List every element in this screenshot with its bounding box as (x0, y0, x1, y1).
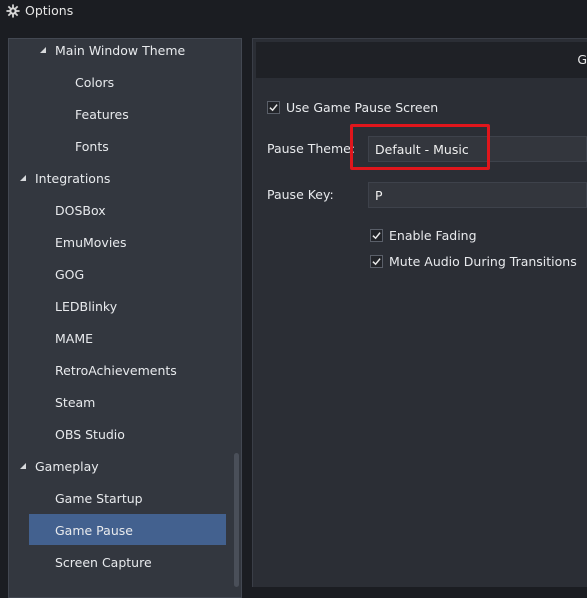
checkbox-label: Enable Fading (389, 228, 477, 243)
tree-item-label: Colors (75, 74, 115, 90)
pause-theme-dropdown[interactable]: Default - Music (368, 136, 587, 162)
checkmark-icon (372, 232, 381, 240)
tree-item-label: Game Pause (55, 522, 133, 538)
section-header-text: G (577, 52, 587, 67)
checkbox-label: Use Game Pause Screen (286, 100, 439, 115)
tree-item-emumovies[interactable]: EmuMovies (9, 226, 241, 258)
tree-item-label: GOG (55, 266, 85, 282)
tree-item-label: MAME (55, 330, 94, 346)
tree-item-label: EmuMovies (55, 234, 127, 250)
title-bar: Options (0, 0, 587, 24)
tree-item-label: Integrations (35, 170, 111, 186)
tree-item-fonts[interactable]: Fonts (9, 130, 241, 162)
pause-key-input[interactable]: P (368, 182, 587, 208)
tree-item-steam[interactable]: Steam (9, 386, 241, 418)
tree-item-ledblinky[interactable]: LEDBlinky (9, 290, 241, 322)
tree-item-retroachievements[interactable]: RetroAchievements (9, 354, 241, 386)
options-tree[interactable]: Main Window Theme Colors Features Fonts … (8, 38, 242, 598)
pause-key-value: P (375, 187, 383, 203)
checkmark-icon (372, 258, 381, 266)
expanded-arrow-icon[interactable] (40, 47, 46, 53)
tree-item-label: RetroAchievements (55, 362, 177, 378)
tree-item-label: OBS Studio (55, 426, 125, 442)
tree-item-mame[interactable]: MAME (9, 322, 241, 354)
enable-fading-checkbox[interactable]: Enable Fading (370, 228, 477, 243)
tree-item-dosbox[interactable]: DOSBox (9, 194, 241, 226)
sidebar-scrollbar-thumb[interactable] (234, 453, 239, 587)
tree-item-gameplay[interactable]: Gameplay (9, 450, 241, 482)
tree-item-obs-studio[interactable]: OBS Studio (9, 418, 241, 450)
tree-item-label: LEDBlinky (55, 298, 118, 314)
expanded-arrow-icon[interactable] (20, 175, 26, 181)
checkbox-box[interactable] (267, 101, 280, 114)
tree-item-label: Fonts (75, 138, 109, 154)
section-header: G (256, 42, 587, 78)
tree-item-integrations[interactable]: Integrations (9, 162, 241, 194)
settings-panel (252, 38, 587, 587)
use-game-pause-screen-checkbox[interactable]: Use Game Pause Screen (267, 100, 438, 115)
tree-item-label: Steam (55, 394, 96, 410)
checkbox-box[interactable] (370, 229, 383, 242)
pause-key-label: Pause Key: (267, 187, 334, 202)
tree-item-screen-capture[interactable]: Screen Capture (9, 546, 241, 578)
mute-audio-checkbox[interactable]: Mute Audio During Transitions (370, 254, 577, 269)
pause-theme-label: Pause Theme: (267, 141, 356, 156)
tree-item-label: Main Window Theme (55, 42, 186, 58)
tree-item-gog[interactable]: GOG (9, 258, 241, 290)
checkbox-label: Mute Audio During Transitions (389, 254, 577, 269)
tree-item-label: Screen Capture (55, 554, 152, 570)
checkbox-box[interactable] (370, 255, 383, 268)
gear-icon (6, 4, 20, 18)
checkmark-icon (269, 104, 278, 112)
tree-item-label: Gameplay (35, 458, 99, 474)
expanded-arrow-icon[interactable] (20, 463, 26, 469)
window-title: Options (25, 3, 74, 18)
tree-item-game-startup[interactable]: Game Startup (9, 482, 241, 514)
tree-item-colors[interactable]: Colors (9, 66, 241, 98)
tree-item-features[interactable]: Features (9, 98, 241, 130)
tree-item-main-window-theme[interactable]: Main Window Theme (9, 39, 241, 66)
tree-item-label: Features (75, 106, 129, 122)
tree-item-game-pause[interactable]: Game Pause (9, 514, 241, 546)
tree-item-label: DOSBox (55, 202, 106, 218)
pause-theme-value: Default - Music (375, 141, 469, 157)
tree-item-label: Game Startup (55, 490, 143, 506)
